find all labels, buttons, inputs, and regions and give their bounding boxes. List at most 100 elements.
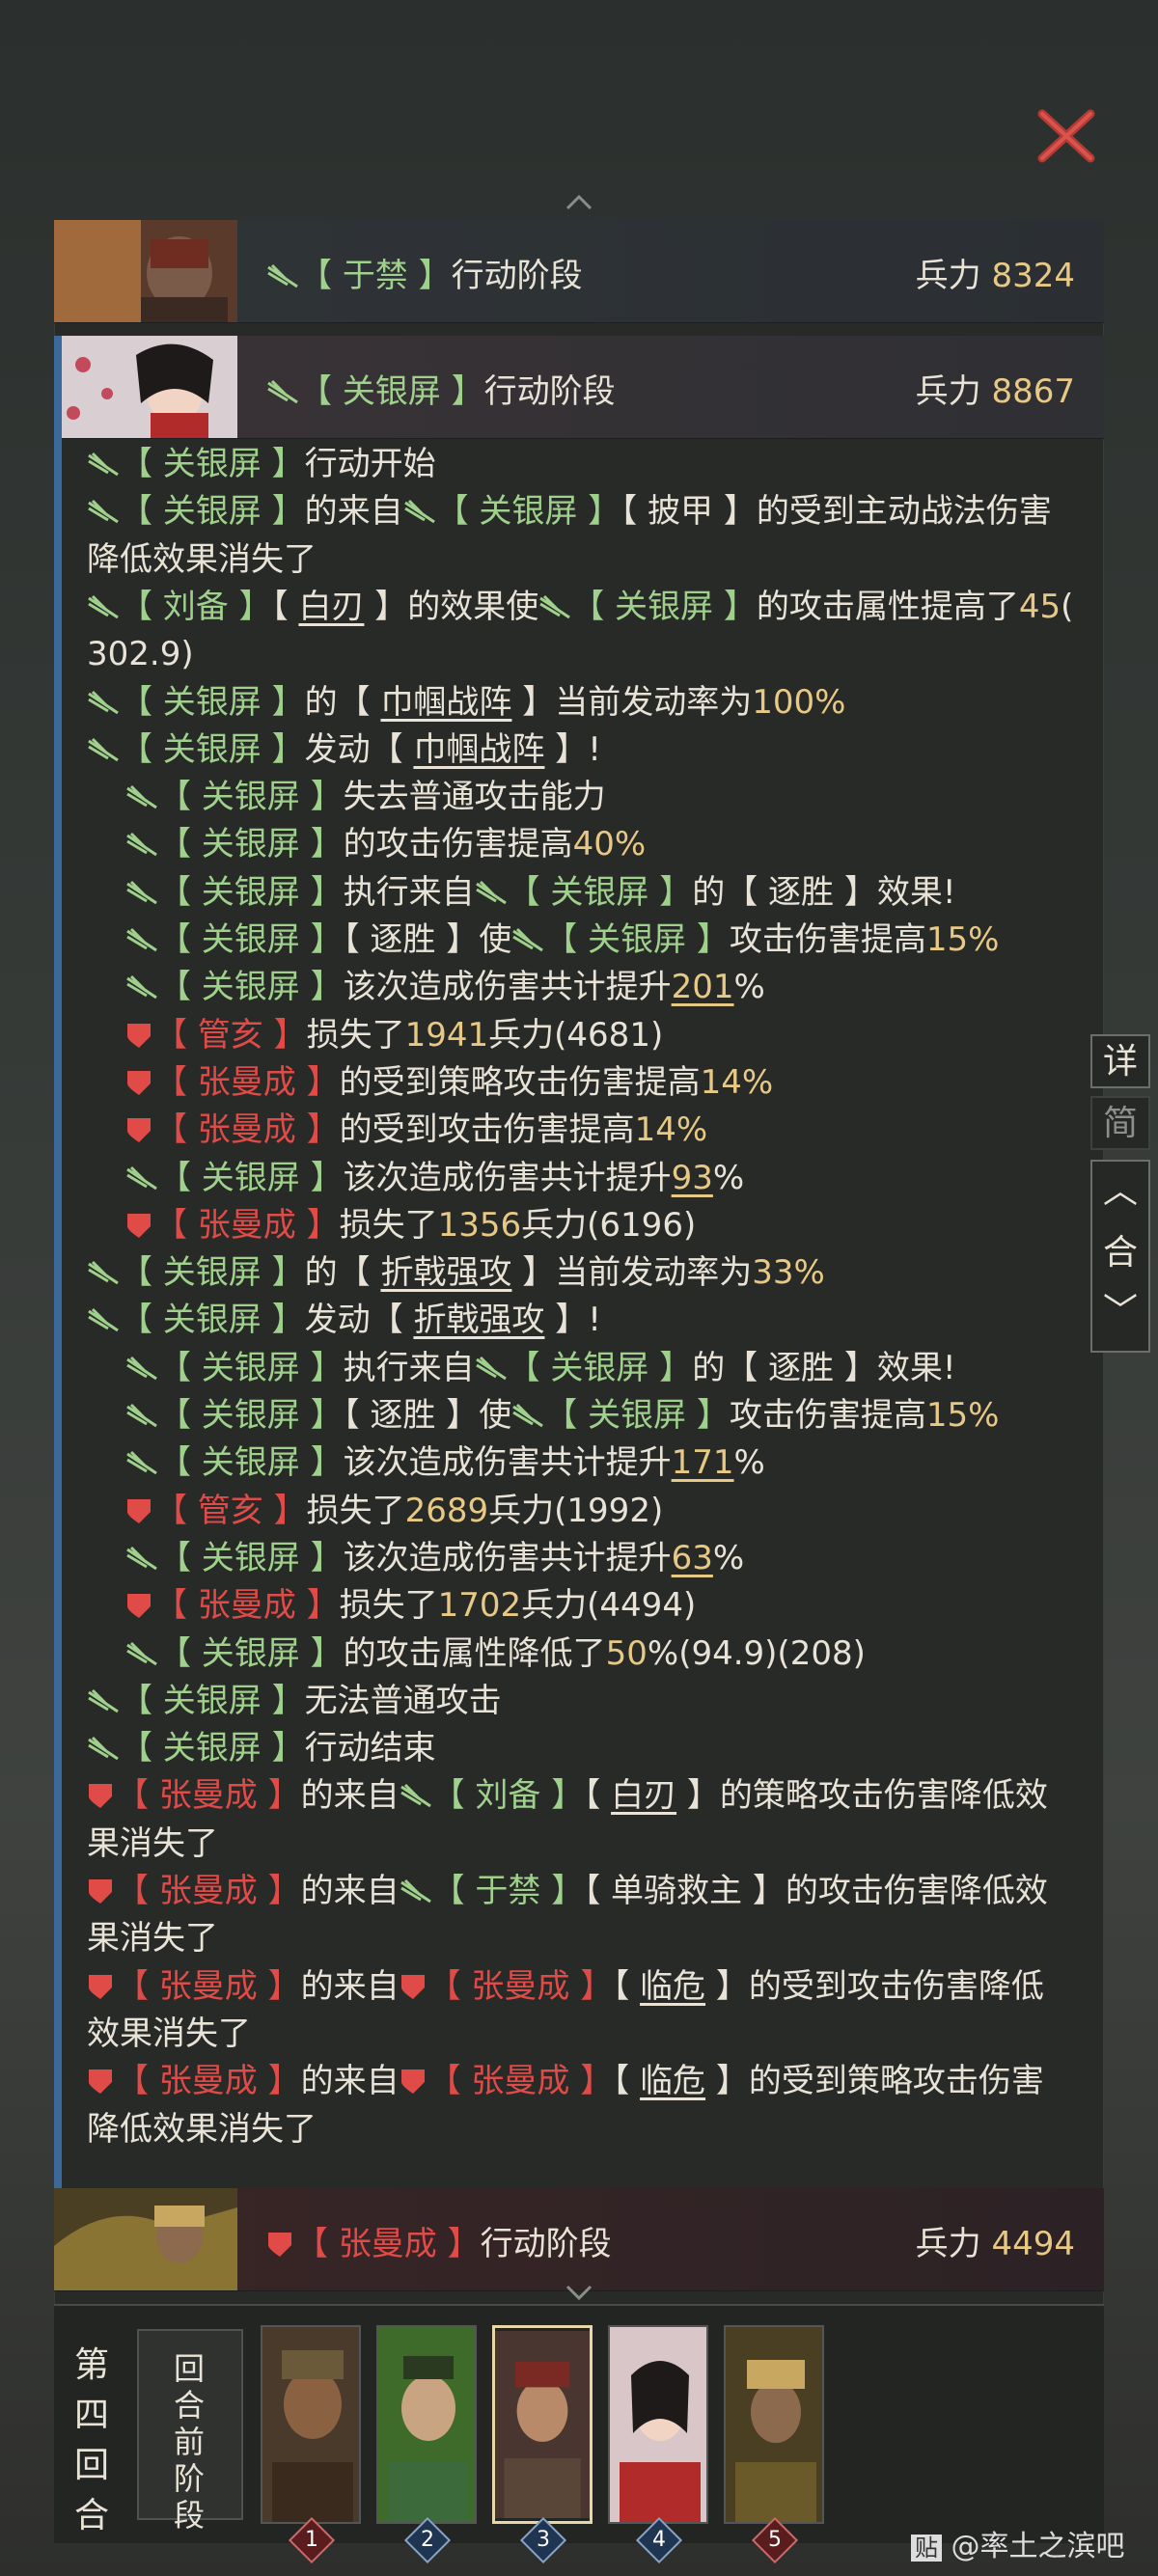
ally-flag-icon bbox=[475, 880, 507, 904]
log-text: 的受到攻击伤害提高 bbox=[339, 1110, 635, 1150]
log-text: 的攻击属性降低了 bbox=[343, 1633, 606, 1673]
ally-flag-icon bbox=[126, 833, 157, 857]
header-general-name: 张曼成 bbox=[338, 2225, 437, 2263]
log-text: 损失了 bbox=[339, 1586, 438, 1626]
ally-general-name: 【 关银屏 】 bbox=[120, 445, 305, 483]
log-text: 效果消失了 bbox=[87, 2014, 251, 2053]
log-line: 【 张曼成 】的受到策略攻击伤害提高14% bbox=[54, 1058, 1129, 1107]
ally-flag-icon bbox=[88, 500, 119, 524]
tieba-icon: 贴 bbox=[911, 2535, 942, 2562]
detail-view-button[interactable]: 详 bbox=[1090, 1034, 1150, 1088]
log-text: 】当前发动率为 bbox=[511, 682, 753, 722]
log-text: 的【 逐胜 】效果! bbox=[692, 1348, 956, 1387]
ally-flag-icon bbox=[126, 927, 157, 952]
log-text: 的来自 bbox=[300, 2062, 400, 2101]
hero-card-1[interactable] bbox=[261, 2325, 361, 2524]
skill-name[interactable]: 折戟强攻 bbox=[380, 1253, 511, 1292]
log-line: 【 关银屏 】发动【 巾帼战阵 】! bbox=[54, 726, 1090, 774]
phase-char: 阶 bbox=[173, 2460, 205, 2497]
log-line: 【 关银屏 】行动结束 bbox=[54, 1724, 1090, 1772]
expand-up-button[interactable]: ︿ bbox=[1092, 1162, 1148, 1221]
ally-flag-icon bbox=[267, 379, 298, 404]
hero-portrait bbox=[610, 2327, 706, 2522]
hero-number-badge: 1 bbox=[288, 2516, 336, 2564]
log-text: 的【 bbox=[304, 682, 381, 722]
hero-card-3[interactable] bbox=[492, 2325, 593, 2524]
value: 1356 bbox=[437, 1205, 522, 1245]
enemy-shield-icon bbox=[268, 2233, 291, 2257]
ally-general-name: 【 关银屏 】 bbox=[158, 1396, 344, 1435]
value: 63 bbox=[671, 1538, 713, 1577]
ally-flag-icon bbox=[512, 927, 544, 952]
log-text: 】! bbox=[544, 729, 601, 769]
round-char: 回 bbox=[73, 2446, 109, 2485]
log-text: 发动【 bbox=[304, 729, 414, 769]
close-icon[interactable] bbox=[1034, 104, 1098, 168]
skill-name[interactable]: 临危 bbox=[640, 2062, 705, 2100]
log-text: 的来自 bbox=[304, 492, 403, 532]
ally-general-name: 【 关银屏 】 bbox=[158, 872, 344, 912]
ally-flag-icon bbox=[88, 1688, 119, 1713]
hero-card-5[interactable] bbox=[724, 2325, 824, 2524]
turn-header-guanyinping: 【 关银屏 】行动阶段 兵力 8867 bbox=[54, 336, 1104, 439]
simple-view-button[interactable]: 简 bbox=[1090, 1096, 1150, 1150]
ally-flag-icon bbox=[88, 452, 119, 477]
log-text: 失去普通攻击能力 bbox=[343, 778, 606, 817]
hero-card-4[interactable] bbox=[608, 2325, 708, 2524]
value: 15% bbox=[925, 1396, 1000, 1435]
enemy-shield-icon bbox=[127, 1070, 151, 1095]
skill-name[interactable]: 巾帼战阵 bbox=[413, 730, 544, 769]
enemy-shield-icon bbox=[89, 2069, 112, 2095]
merge-button[interactable]: 合 bbox=[1092, 1221, 1148, 1285]
value: 40% bbox=[572, 825, 647, 864]
enemy-shield-icon bbox=[127, 1498, 151, 1523]
phase-char: 合 bbox=[173, 2387, 205, 2424]
log-line: 降低效果消失了 bbox=[54, 2105, 1090, 2153]
ally-flag-icon bbox=[400, 1878, 431, 1904]
skill-name[interactable]: 临危 bbox=[640, 1967, 705, 2006]
header-general-name: 于禁 bbox=[342, 257, 408, 295]
simple-label: 简 bbox=[1102, 1104, 1138, 1143]
chevron-down-icon: ﹀ bbox=[1102, 1292, 1138, 1331]
log-text: 果消失了 bbox=[87, 1919, 218, 1959]
skill-name[interactable]: 白刃 bbox=[611, 1776, 676, 1815]
enemy-general-name: 【 张曼成 】 bbox=[116, 2062, 301, 2101]
ally-flag-icon bbox=[267, 263, 298, 288]
ally-general-name: 【 关银屏 】 bbox=[158, 1633, 344, 1673]
hero-card-2[interactable] bbox=[376, 2325, 477, 2524]
value: 171 bbox=[671, 1443, 734, 1483]
ally-flag-icon bbox=[512, 1403, 544, 1428]
troop-value: 8324 bbox=[991, 257, 1075, 295]
log-text: 【 逐胜 】使 bbox=[343, 1396, 512, 1435]
log-line: 【 张曼成 】的受到攻击伤害提高14% bbox=[54, 1106, 1129, 1154]
log-text: 】的受到策略攻击伤害 bbox=[705, 2062, 1044, 2101]
log-line: 【 关银屏 】行动开始 bbox=[54, 440, 1090, 488]
skill-name[interactable]: 折戟强攻 bbox=[413, 1301, 544, 1339]
skill-name[interactable]: 白刃 bbox=[298, 588, 364, 626]
log-line: 效果消失了 bbox=[54, 2010, 1090, 2058]
enemy-general-name: 【 管亥 】 bbox=[154, 1015, 307, 1055]
enemy-general-name: 【 张曼成 】 bbox=[427, 2062, 614, 2101]
log-text: 的攻击属性提高了 bbox=[756, 587, 1019, 626]
ally-flag-icon bbox=[126, 1165, 157, 1190]
log-text: 无法普通攻击 bbox=[304, 1681, 502, 1720]
value: 100% bbox=[752, 682, 846, 722]
phase-char: 前 bbox=[173, 2424, 205, 2460]
hero-number-badge: 5 bbox=[751, 2516, 799, 2564]
enemy-general-name: 【 张曼成 】 bbox=[154, 1205, 340, 1245]
log-line: 【 关银屏 】执行来自【 关银屏 】的【 逐胜 】效果! bbox=[54, 1344, 1129, 1392]
skill-name[interactable]: 巾帼战阵 bbox=[380, 683, 511, 722]
troop-label: 兵力 bbox=[915, 372, 981, 411]
hero-portrait bbox=[495, 2330, 590, 2519]
log-text: 的来自 bbox=[300, 1966, 400, 2006]
troop-label: 兵力 bbox=[915, 2225, 981, 2263]
enemy-shield-icon bbox=[89, 1974, 112, 1999]
log-text: 兵力(1992) bbox=[488, 1491, 664, 1530]
log-text: % bbox=[712, 1538, 745, 1577]
log-line: 【 关银屏 】【 逐胜 】使【 关银屏 】攻击伤害提高15% bbox=[54, 916, 1129, 964]
collapse-down-button[interactable]: ﹀ bbox=[1092, 1285, 1148, 1345]
log-line: 【 管亥 】损失了1941兵力(4681) bbox=[54, 1011, 1129, 1059]
log-text: 】的受到攻击伤害降低 bbox=[705, 1966, 1044, 2006]
log-text: 兵力(4681) bbox=[488, 1015, 664, 1055]
pre-round-phase-button[interactable]: 回 合 前 阶 段 bbox=[137, 2329, 243, 2534]
